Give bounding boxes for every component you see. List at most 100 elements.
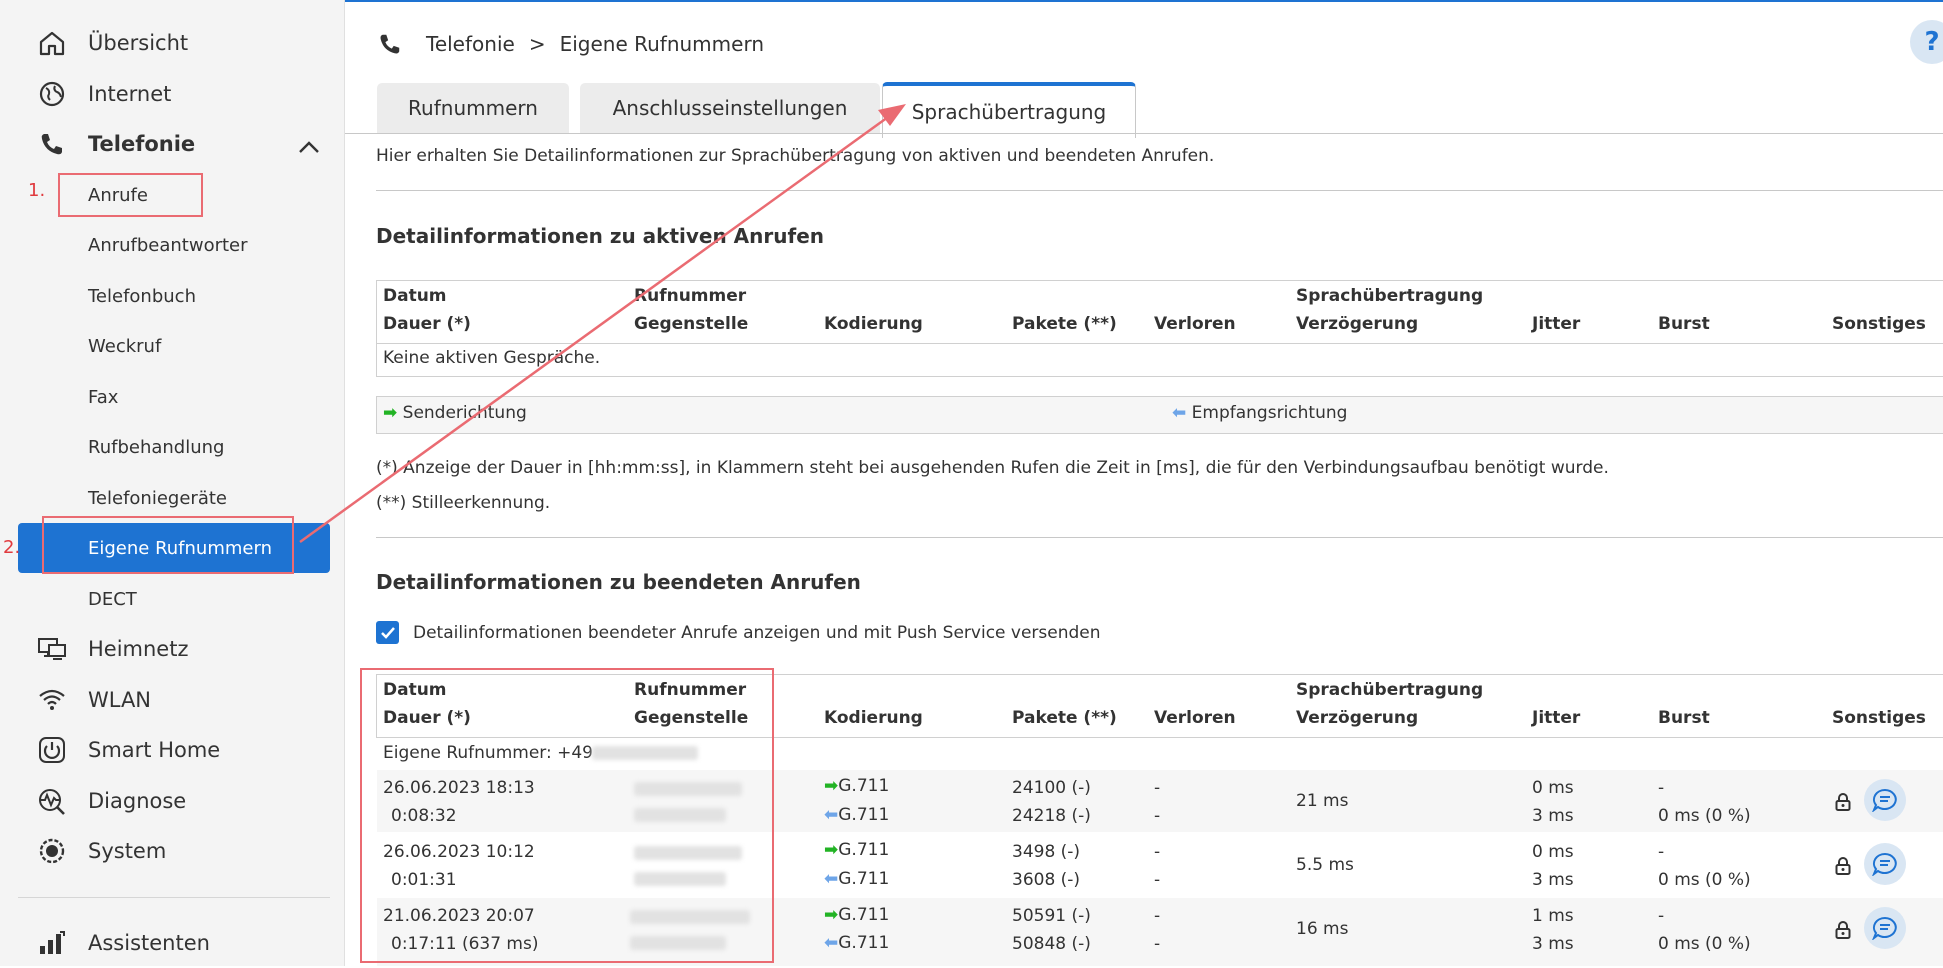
packets-recv: 3608 (-)	[1012, 870, 1081, 890]
arrow-left-icon: ⬅	[824, 805, 839, 825]
burst-send: -	[1658, 842, 1665, 862]
jitter-send: 1 ms	[1532, 906, 1574, 926]
network-icon	[36, 635, 68, 663]
system-icon	[36, 837, 68, 865]
codec-recv: ⬅G.711	[824, 933, 889, 953]
col-sprachuebertragung: Sprachübertragung	[1296, 286, 1484, 306]
nav-wlan[interactable]: WLAN	[0, 675, 344, 725]
nav-label: Diagnose	[88, 789, 187, 813]
lost-recv: -	[1154, 806, 1161, 826]
breadcrumb-section[interactable]: Telefonie	[426, 32, 515, 56]
col-dauer: Dauer (*)	[383, 314, 471, 334]
tab-rufnummern[interactable]: Rufnummern	[377, 83, 569, 133]
jitter-recv: 3 ms	[1532, 806, 1574, 826]
jitter-send: 0 ms	[1532, 778, 1574, 798]
burst-send: -	[1658, 778, 1665, 798]
top-accent-line	[345, 0, 1943, 2]
nav-label: System	[88, 839, 167, 863]
jitter-recv: 3 ms	[1532, 870, 1574, 890]
tab-anschlusseinstellungen[interactable]: Anschlusseinstellungen	[580, 83, 880, 133]
nav-system[interactable]: System	[0, 826, 344, 876]
col-sonstiges: Sonstiges	[1832, 708, 1926, 728]
lost-send: -	[1154, 906, 1161, 926]
delay: 5.5 ms	[1296, 855, 1354, 875]
divider	[376, 190, 1943, 191]
tab-label: Anschlusseinstellungen	[612, 96, 848, 120]
annotation-box-anrufe	[58, 173, 203, 217]
arrow-left-icon: ⬅	[824, 869, 839, 889]
annotation-step-2: 2.	[3, 537, 21, 558]
codec-recv-value: G.711	[838, 869, 890, 889]
arrow-left-icon: ⬅	[1172, 403, 1187, 423]
delay: 21 ms	[1296, 791, 1349, 811]
sub-fax[interactable]: Fax	[0, 372, 344, 422]
col-sonstiges: Sonstiges	[1832, 314, 1926, 334]
chat-bubble-icon[interactable]	[1864, 843, 1906, 885]
col-sprachuebertragung: Sprachübertragung	[1296, 680, 1484, 700]
col-jitter: Jitter	[1532, 314, 1581, 334]
col-verzoegerung: Verzögerung	[1296, 314, 1419, 334]
phone-icon	[36, 130, 68, 158]
col-jitter: Jitter	[1532, 708, 1581, 728]
nav-label: Smart Home	[88, 738, 221, 762]
legend-send-label: Senderichtung	[402, 403, 527, 423]
help-button[interactable]: ?	[1910, 20, 1943, 64]
sub-label: Telefoniegeräte	[88, 487, 227, 509]
breadcrumb-page: Eigene Rufnummern	[559, 32, 764, 56]
no-active-calls: Keine aktiven Gespräche.	[383, 348, 601, 368]
sub-dect[interactable]: DECT	[0, 574, 344, 624]
col-rufnummer: Rufnummer	[634, 286, 747, 306]
chevron-up-icon[interactable]	[298, 135, 320, 159]
burst-recv: 0 ms (0 %)	[1658, 870, 1751, 890]
tab-bar-line	[345, 133, 1943, 134]
col-verloren: Verloren	[1154, 708, 1236, 728]
burst-recv: 0 ms (0 %)	[1658, 934, 1751, 954]
sub-label: Telefonbuch	[88, 285, 196, 307]
nav-smart-home[interactable]: Smart Home	[0, 725, 344, 775]
codec-recv: ⬅G.711	[824, 805, 889, 825]
active-table-body	[376, 342, 1943, 377]
wifi-icon	[36, 686, 68, 714]
nav-diagnose[interactable]: Diagnose	[0, 776, 344, 826]
packets-send: 24100 (-)	[1012, 778, 1091, 798]
note-silence: (**) Stilleerkennung.	[376, 493, 551, 513]
sub-rufbehandlung[interactable]: Rufbehandlung	[0, 422, 344, 472]
chat-bubble-icon[interactable]	[1864, 779, 1906, 821]
nav-assistenten[interactable]: Assistenten	[0, 918, 344, 968]
nav-label: Heimnetz	[88, 637, 189, 661]
col-burst: Burst	[1658, 314, 1710, 334]
active-calls-heading: Detailinformationen zu aktiven Anrufen	[376, 224, 825, 248]
codec-recv-value: G.711	[838, 933, 890, 953]
nav-uebersicht[interactable]: Übersicht	[0, 18, 344, 68]
burst-recv: 0 ms (0 %)	[1658, 806, 1751, 826]
home-icon	[36, 29, 68, 57]
details-checkbox-label[interactable]: Detailinformationen beendeter Anrufe anz…	[413, 623, 1101, 643]
nav-label: Übersicht	[88, 31, 189, 55]
packets-send: 50591 (-)	[1012, 906, 1091, 926]
lock-icon	[1835, 921, 1851, 939]
sub-weckruf[interactable]: Weckruf	[0, 321, 344, 371]
tab-sprachuebertragung[interactable]: Sprachübertragung	[882, 82, 1136, 138]
nav-heimnetz[interactable]: Heimnetz	[0, 624, 344, 674]
legend-bar	[376, 396, 1943, 434]
jitter-recv: 3 ms	[1532, 934, 1574, 954]
lock-icon	[1835, 857, 1851, 875]
sub-label: Weckruf	[88, 335, 162, 357]
sub-telefonbuch[interactable]: Telefonbuch	[0, 271, 344, 321]
arrow-right-icon: ➡	[824, 905, 839, 925]
details-checkbox[interactable]	[376, 621, 399, 644]
sub-anrufbeantworter[interactable]: Anrufbeantworter	[0, 220, 344, 270]
sub-label: DECT	[88, 588, 137, 610]
chat-bubble-icon[interactable]	[1864, 907, 1906, 949]
checkmark-icon	[380, 626, 395, 639]
globe-icon	[36, 80, 68, 108]
legend-send: ➡ Senderichtung	[383, 403, 527, 423]
note-duration: (*) Anzeige der Dauer in [hh:mm:ss], in …	[376, 458, 1609, 478]
nav-internet[interactable]: Internet	[0, 69, 344, 119]
col-datum: Datum	[383, 286, 447, 306]
nav-telefonie[interactable]: Telefonie	[0, 119, 344, 169]
codec-recv-value: G.711	[838, 805, 890, 825]
sub-label: Anrufbeantworter	[88, 234, 248, 256]
help-label: ?	[1924, 27, 1940, 57]
arrow-right-icon: ➡	[824, 776, 839, 796]
